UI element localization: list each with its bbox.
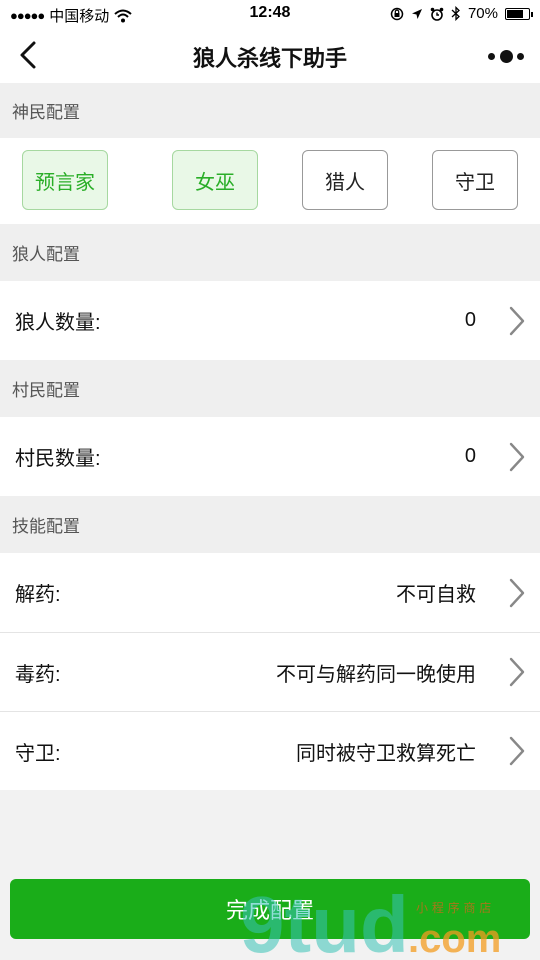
alarm-icon [430,7,444,21]
antidote-row[interactable]: 解药: 不可自救 [0,553,540,632]
wolf-count-value: 0 [464,309,476,331]
wolf-count-row[interactable]: 狼人数量: 0 [0,281,540,360]
poison-row[interactable]: 毒药: 不可与解药同一晚使用 [0,632,540,711]
chevron-right-icon [509,442,525,471]
section-header-villagers: 村民配置 [0,360,540,417]
role-button-hunter[interactable]: 猎人 [302,150,388,210]
villager-count-label: 村民数量: [15,448,101,470]
rotation-lock-icon [390,7,404,20]
chevron-right-icon [509,306,525,335]
role-selector: 预言家 女巫 猎人 守卫 [0,138,540,224]
chevron-right-icon [509,736,525,766]
section-title: 村民配置 [12,381,80,400]
wolf-count-label: 狼人数量: [15,312,101,334]
page-title: 狼人杀线下助手 [192,46,347,71]
guard-rule-label: 守卫: [15,742,61,765]
battery-percent: 70% [467,5,498,22]
section-header-gods: 神民配置 [0,83,540,138]
section-header-skills: 技能配置 [0,496,540,553]
section-title: 技能配置 [12,517,80,536]
role-button-witch[interactable]: 女巫 [172,150,258,210]
role-button-guard[interactable]: 守卫 [432,150,518,210]
chevron-right-icon [509,657,525,687]
bottom-bar: 完成配置 [0,858,540,960]
section-title: 狼人配置 [12,245,80,264]
guard-rule-row[interactable]: 守卫: 同时被守卫救算死亡 [0,711,540,790]
chevron-right-icon [509,578,525,607]
nav-bar: 狼人杀线下助手 [0,28,540,83]
done-button[interactable]: 完成配置 [10,879,530,939]
villager-count-value: 0 [464,445,476,467]
role-button-seer[interactable]: 预言家 [22,150,108,210]
guard-rule-value: 同时被守卫救算死亡 [296,742,476,765]
antidote-value: 不可自救 [396,584,476,606]
villager-count-row[interactable]: 村民数量: 0 [0,417,540,496]
section-header-wolves: 狼人配置 [0,224,540,281]
status-bar: ●●●●● 中国移动 12:48 70% [0,0,540,28]
antidote-label: 解药: [15,584,61,606]
section-title: 神民配置 [12,103,80,122]
location-icon [411,8,422,19]
more-dots-icon[interactable] [488,48,524,64]
battery-icon [505,7,533,20]
poison-value: 不可与解药同一晚使用 [276,663,476,686]
bluetooth-icon [451,6,460,21]
poison-label: 毒药: [15,663,61,686]
